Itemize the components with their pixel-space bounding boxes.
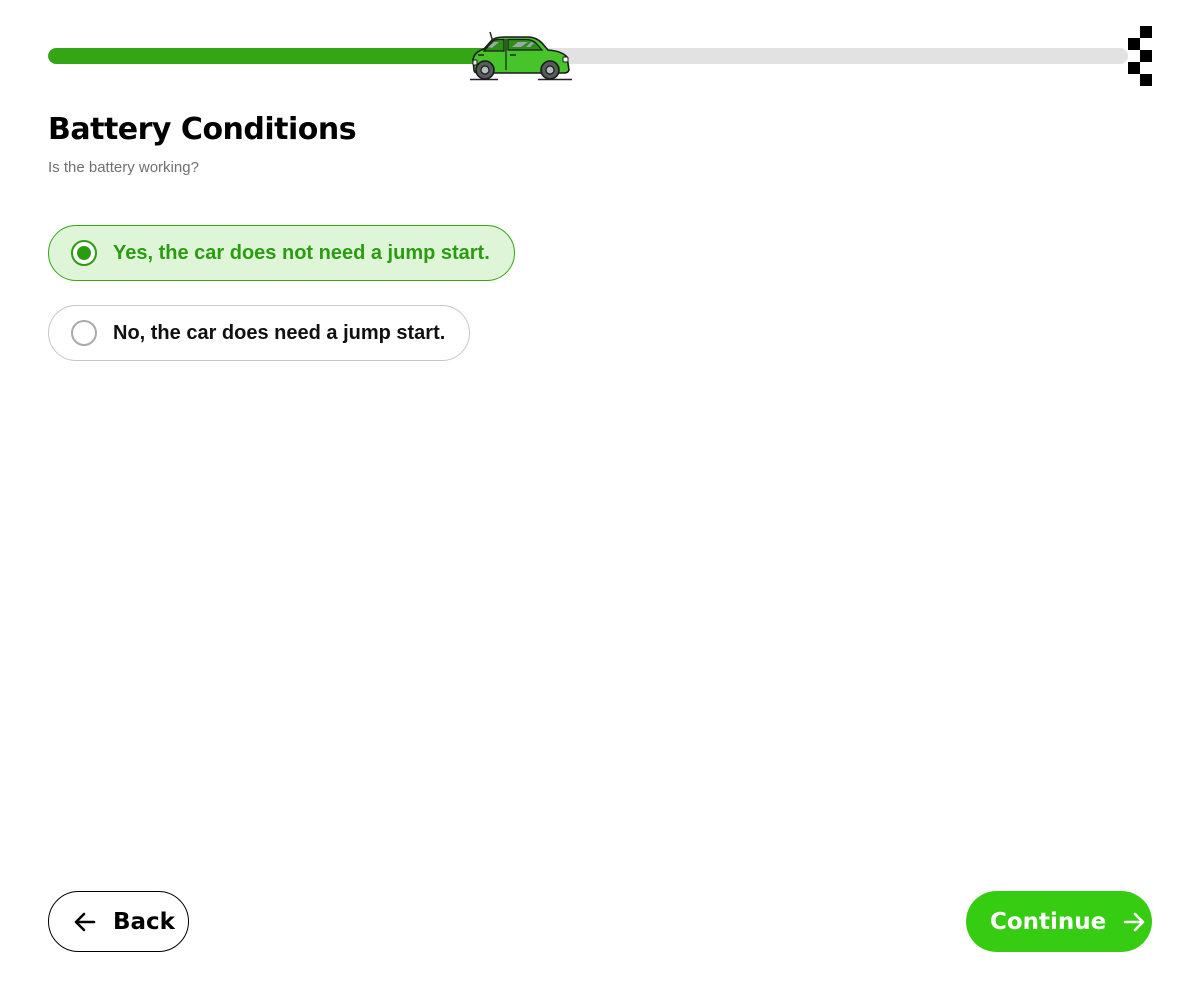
option-label: No, the car does need a jump start. [113,321,446,344]
page: Battery Conditions Is the battery workin… [0,0,1200,1000]
arrow-left-icon [74,912,96,931]
option-label: Yes, the car does not need a jump start. [113,241,490,264]
answer-options: Yes, the car does not need a jump start.… [48,225,515,385]
continue-label: Continue [990,908,1107,935]
page-subtitle: Is the battery working? [48,159,199,176]
progress-bar [48,26,1152,86]
progress-track [48,48,1128,64]
continue-button[interactable]: Continue [966,891,1152,952]
option-yes-no-jump-start[interactable]: Yes, the car does not need a jump start. [48,225,515,281]
arrow-right-icon [1123,912,1145,931]
finish-flag-icon [1128,26,1152,86]
back-label: Back [113,908,175,935]
radio-button[interactable] [71,320,97,346]
radio-dot [77,246,91,260]
back-button[interactable]: Back [48,891,189,952]
option-no-needs-jump-start[interactable]: No, the car does need a jump start. [48,305,471,361]
radio-button[interactable] [71,240,97,266]
car-icon [470,31,572,81]
page-title: Battery Conditions [48,112,357,147]
progress-fill [48,48,502,64]
